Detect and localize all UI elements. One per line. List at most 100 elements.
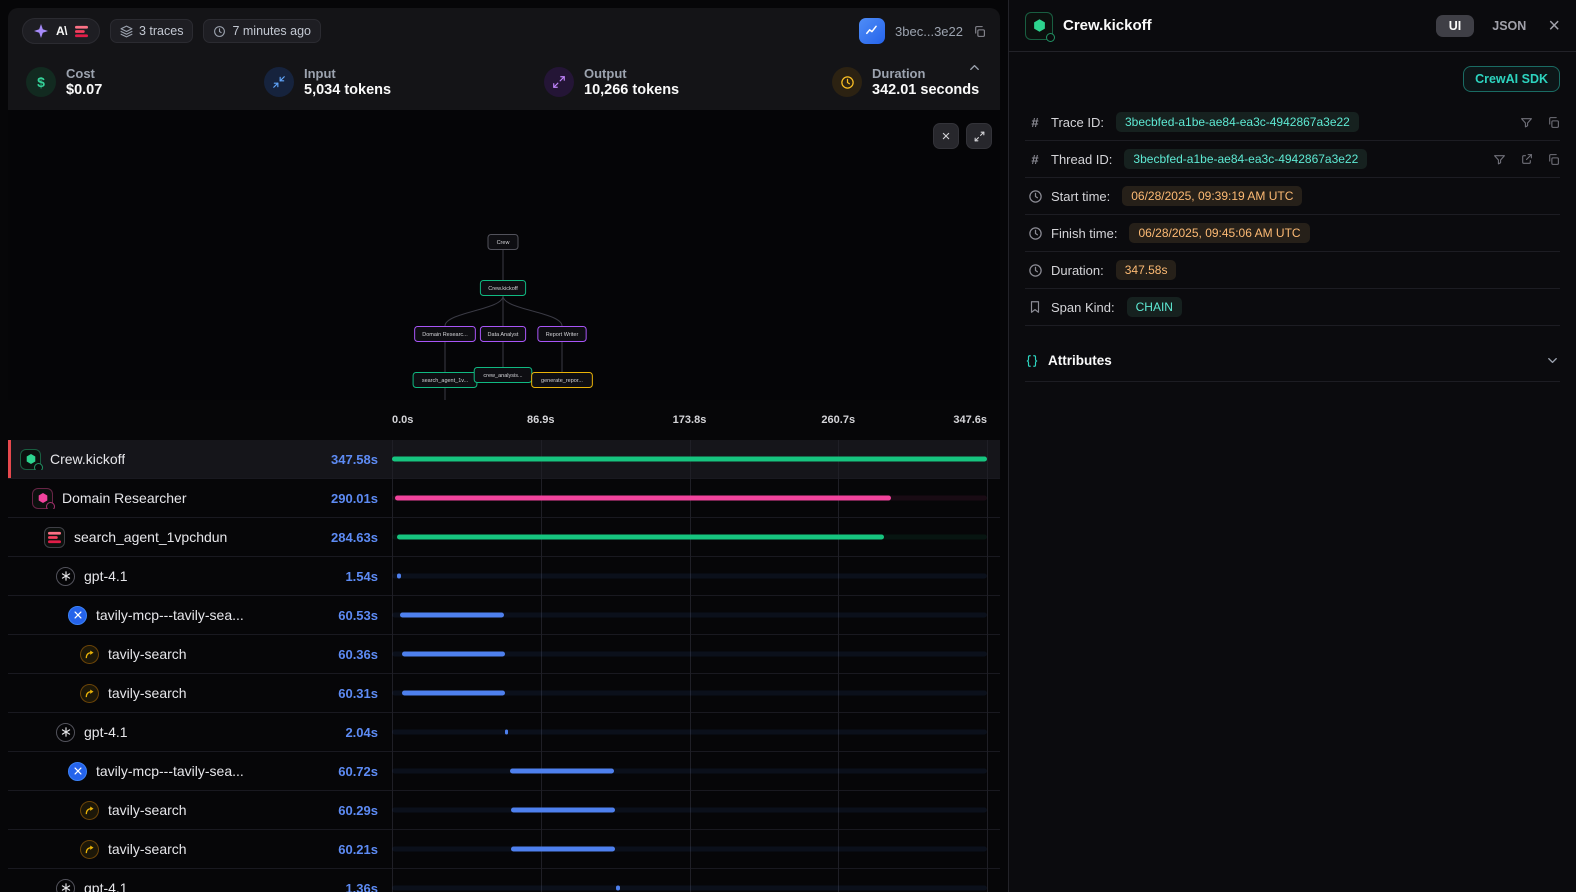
svg-text:Report Writer: Report Writer	[546, 332, 579, 338]
metric-label: Duration	[872, 66, 979, 81]
span-row[interactable]: gpt-4.11.36s	[8, 869, 1000, 892]
graph-node[interactable]: crew_analysis...	[474, 368, 532, 383]
span-row[interactable]: Domain Researcher290.01s	[8, 479, 1000, 518]
tab-ui[interactable]: UI	[1436, 15, 1475, 37]
tool-call-icon	[80, 801, 99, 820]
metric-cost: $Cost$0.07	[26, 66, 264, 98]
copy-icon[interactable]	[973, 25, 986, 38]
collapse-chevron-icon[interactable]	[967, 60, 982, 75]
traces-count-badge[interactable]: 3 traces	[110, 19, 193, 43]
span-bar-track	[392, 635, 987, 673]
span-row[interactable]: tavily-search60.29s	[8, 791, 1000, 830]
trace-graph: Crew Crew.kickoff Domain Researc... Data An…	[8, 110, 1000, 400]
sdk-badge: CrewAI SDK	[1463, 66, 1560, 92]
timeline-axis: 0.0s86.9s173.8s260.7s347.6s	[8, 400, 1000, 440]
span-bar	[510, 769, 614, 774]
span-bar-track	[392, 557, 987, 595]
detail-label: Span Kind:	[1051, 300, 1115, 315]
filter-icon[interactable]	[1520, 116, 1533, 129]
span-duration: 60.29s	[338, 803, 392, 818]
trace-viewer: A\ 3 traces 7 minutes ago 3bec...3e22	[0, 0, 1576, 892]
span-row[interactable]: gpt-4.12.04s	[8, 713, 1000, 752]
hash-icon: #	[1025, 152, 1045, 167]
graph-node[interactable]: Domain Researc...	[415, 327, 476, 342]
span-row[interactable]: tavily-search 60.36s	[8, 635, 1000, 674]
detail-row: #Thread ID:3becbfed-a1be-ae84-ea3c-49428…	[1025, 141, 1560, 178]
span-row[interactable]: tavily-search60.21s	[8, 830, 1000, 869]
span-name-cell: Crew.kickoff 347.58s	[8, 449, 392, 470]
detail-panel-header: Crew.kickoff UI JSON ×	[1009, 0, 1576, 52]
span-duration: 2.04s	[345, 725, 392, 740]
span-bar-track	[392, 674, 987, 712]
span-track	[392, 769, 987, 774]
output-tokens-icon	[544, 67, 574, 97]
span-bar-track	[392, 479, 987, 517]
clock-icon	[1025, 226, 1045, 241]
line-chart-icon	[865, 24, 879, 38]
graph-node[interactable]: search_agent_1v...	[413, 373, 477, 388]
span-row[interactable]: Crew.kickoff 347.58s	[8, 440, 1000, 479]
tool-call-icon	[80, 684, 99, 703]
mcp-tools-icon	[68, 606, 87, 625]
svg-text:Domain Researc...: Domain Researc...	[422, 332, 468, 338]
attributes-section-toggle[interactable]: Attributes	[1025, 340, 1560, 382]
metric-output: Output10,266 tokens	[544, 66, 832, 98]
copy-icon[interactable]	[1547, 116, 1560, 129]
tool-call-icon	[80, 645, 99, 664]
span-name: Crew.kickoff	[50, 451, 125, 467]
clock-icon	[213, 25, 226, 38]
span-duration: 347.58s	[331, 452, 392, 467]
copy-icon[interactable]	[1547, 153, 1560, 166]
metric-value: 342.01 seconds	[872, 82, 979, 98]
chart-button[interactable]	[859, 18, 885, 44]
span-duration: 60.72s	[338, 764, 392, 779]
span-row[interactable]: search_agent_1vpchdun284.63s	[8, 518, 1000, 557]
svg-text:search_agent_1v...: search_agent_1v...	[422, 378, 469, 384]
tool-call-icon	[80, 840, 99, 859]
attributes-label: Attributes	[1048, 353, 1536, 368]
graph-node[interactable]: Report Writer	[538, 327, 586, 342]
graph-node[interactable]: Crew.kickoff	[480, 281, 525, 296]
graph-node[interactable]: Crew	[488, 235, 518, 250]
span-name: Domain Researcher	[62, 490, 187, 506]
span-row[interactable]: gpt-4.11.54s	[8, 557, 1000, 596]
span-row[interactable]: tavily-mcp---tavily-sea... 60.72s	[8, 752, 1000, 791]
openai-icon	[56, 723, 75, 742]
span-bar-track	[392, 752, 987, 790]
metric-input: Input5,034 tokens	[264, 66, 544, 98]
span-bar-track	[392, 518, 987, 556]
tab-json[interactable]: JSON	[1484, 15, 1534, 37]
graph-node[interactable]: generate_repor...	[532, 373, 593, 388]
span-name-cell: tavily-search60.29s	[8, 801, 392, 820]
traces-count-label: 3 traces	[139, 24, 183, 38]
span-bar-track	[392, 713, 987, 751]
expand-graph-button[interactable]	[966, 123, 992, 149]
close-panel-button[interactable]: ×	[1548, 16, 1560, 36]
span-name: tavily-search	[108, 646, 187, 662]
openai-icon	[56, 879, 75, 892]
span-track	[392, 730, 987, 735]
graph-node[interactable]: Data Analyst	[480, 327, 525, 342]
span-bar	[392, 457, 987, 462]
provider-logos: A\	[22, 18, 100, 44]
detail-panel-title: Crew.kickoff	[1063, 17, 1426, 34]
metric-label: Input	[304, 66, 391, 81]
clock-icon	[1025, 263, 1045, 278]
external-icon[interactable]	[1520, 153, 1533, 166]
detail-label: Thread ID:	[1051, 152, 1112, 167]
span-row[interactable]: tavily-search60.31s	[8, 674, 1000, 713]
span-waterfall: Crew.kickoff 347.58s Domain Researcher290…	[8, 440, 1000, 892]
span-row[interactable]: tavily-mcp---tavily-sea...60.53s	[8, 596, 1000, 635]
stack-icon	[120, 25, 133, 38]
span-name-cell: gpt-4.12.04s	[8, 723, 392, 742]
filter-icon[interactable]	[1493, 153, 1506, 166]
span-name: tavily-mcp---tavily-sea...	[96, 763, 244, 779]
close-graph-button[interactable]: ×	[933, 123, 959, 149]
span-name-cell: tavily-search60.21s	[8, 840, 392, 859]
span-duration: 60.36s	[338, 647, 392, 662]
span-bar	[505, 730, 509, 735]
span-bar	[616, 886, 620, 891]
trace-id-short: 3bec...3e22	[895, 24, 963, 39]
metric-value: 5,034 tokens	[304, 82, 391, 98]
time-ago-label: 7 minutes ago	[232, 24, 311, 38]
